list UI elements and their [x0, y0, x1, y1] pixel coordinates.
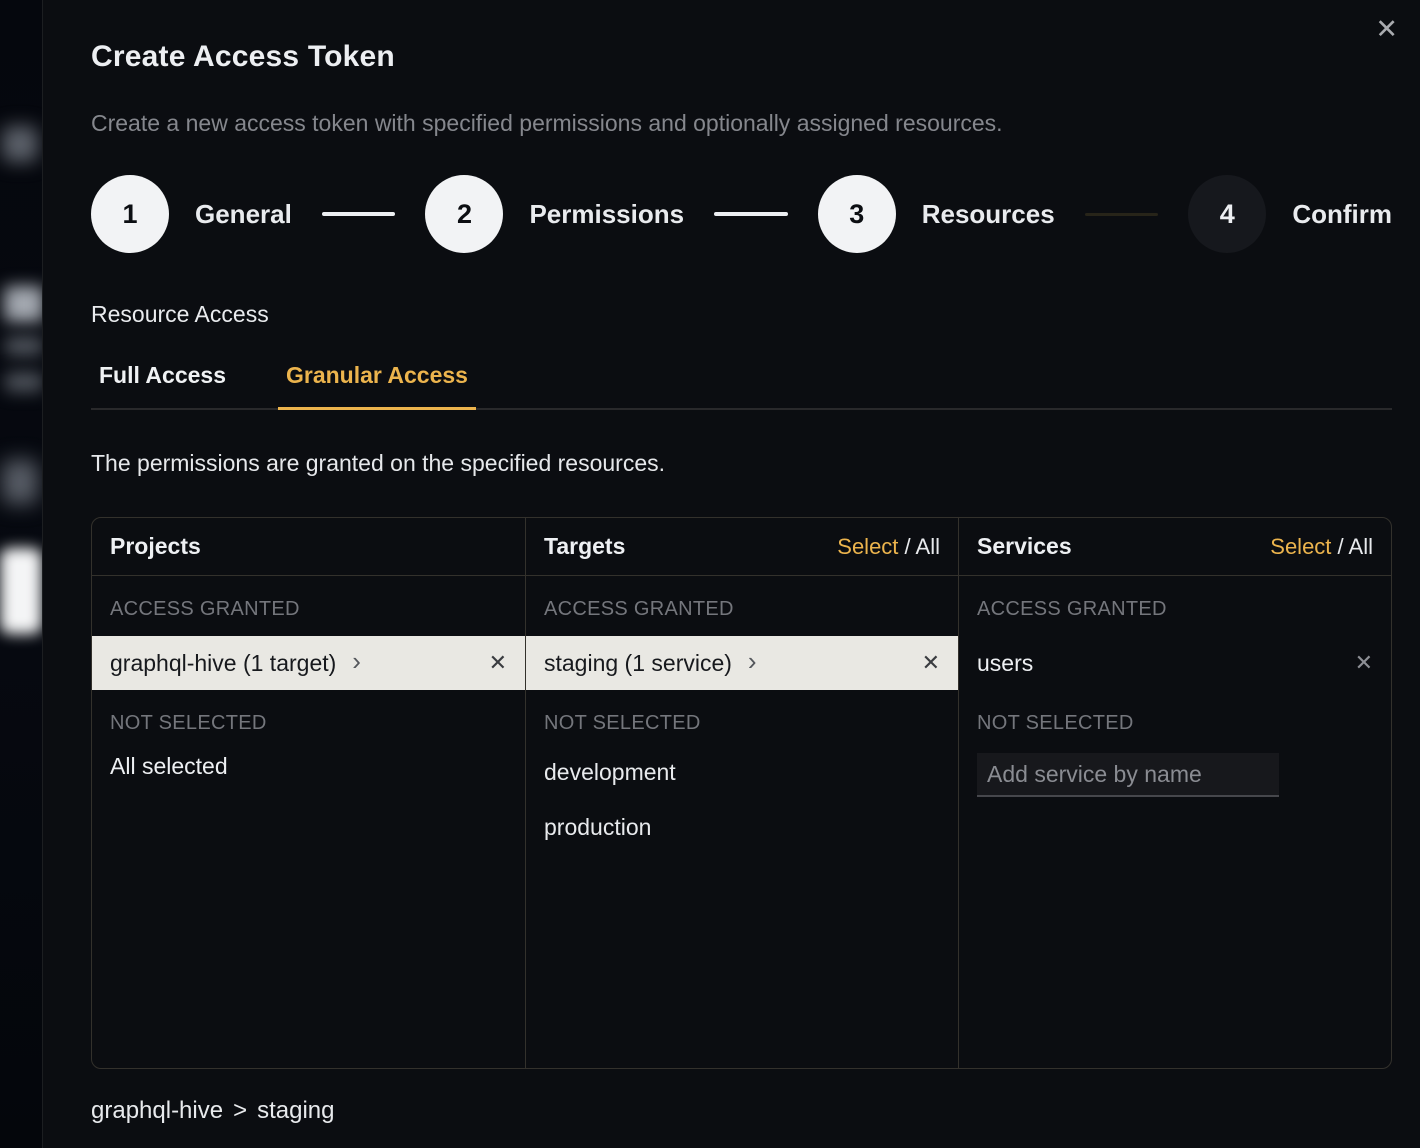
resource-selector-table: Projects ACCESS GRANTED graphql-hive (1 … [91, 517, 1392, 1069]
breadcrumb-separator: > [233, 1097, 247, 1124]
step-general[interactable]: 1 General [91, 175, 292, 253]
add-service-input[interactable] [977, 753, 1279, 797]
create-access-token-dialog: ✕ Create Access Token Create a new acces… [42, 0, 1420, 1148]
granted-project-name: graphql-hive (1 target) [110, 650, 336, 677]
all-link[interactable]: All [916, 534, 940, 559]
step-confirm[interactable]: 4 Confirm [1188, 175, 1392, 253]
column-title: Targets [544, 533, 625, 560]
step-connector [1085, 213, 1159, 216]
remove-target-icon[interactable]: ✕ [922, 650, 940, 676]
step-number-circle: 2 [425, 175, 503, 253]
step-label: Resources [922, 199, 1055, 230]
targets-column-body: ACCESS GRANTED staging (1 service) › ✕ N… [526, 576, 958, 1068]
access-mode-tabs: Full Access Granular Access [91, 362, 1392, 410]
services-select-all: Select / All [1270, 534, 1373, 560]
select-all-separator: / [898, 534, 915, 559]
column-title: Projects [110, 533, 201, 560]
all-link[interactable]: All [1349, 534, 1373, 559]
dialog-subtitle: Create a new access token with specified… [91, 110, 1392, 137]
access-granted-label: ACCESS GRANTED [544, 598, 940, 621]
services-column-header: Services Select / All [959, 518, 1391, 576]
not-selected-label: NOT SELECTED [544, 712, 940, 735]
close-icon[interactable]: ✕ [1375, 16, 1398, 43]
granted-target-row[interactable]: staging (1 service) › ✕ [526, 636, 958, 690]
access-granted-label: ACCESS GRANTED [110, 598, 507, 621]
dialog-title: Create Access Token [91, 40, 1392, 74]
access-granted-label: ACCESS GRANTED [977, 598, 1373, 621]
projects-column-header: Projects [92, 518, 525, 576]
background-page-blurred [0, 0, 42, 1148]
granted-target-name: staging (1 service) [544, 650, 732, 677]
remove-service-icon[interactable]: ✕ [1355, 650, 1373, 676]
background-blur-shape [0, 548, 42, 634]
chevron-right-icon: › [352, 648, 361, 674]
targets-column-header: Targets Select / All [526, 518, 958, 576]
projects-column: Projects ACCESS GRANTED graphql-hive (1 … [92, 518, 525, 1068]
select-link[interactable]: Select [837, 534, 898, 559]
background-blur-shape [2, 460, 38, 504]
targets-column: Targets Select / All ACCESS GRANTED stag… [525, 518, 958, 1068]
breadcrumb-project: graphql-hive [91, 1097, 223, 1124]
granted-project-row[interactable]: graphql-hive (1 target) › ✕ [92, 636, 525, 690]
column-title: Services [977, 533, 1072, 560]
resource-access-heading: Resource Access [91, 301, 1392, 328]
targets-select-all: Select / All [837, 534, 940, 560]
step-connector [322, 212, 396, 216]
services-column: Services Select / All ACCESS GRANTED use… [958, 518, 1391, 1068]
step-label: Confirm [1292, 199, 1392, 230]
wizard-stepper: 1 General 2 Permissions 3 Resources 4 Co… [91, 175, 1392, 253]
background-blur-shape [5, 372, 42, 392]
granted-service-name: users [977, 650, 1033, 677]
select-all-separator: / [1331, 534, 1348, 559]
projects-column-body: ACCESS GRANTED graphql-hive (1 target) ›… [92, 576, 525, 1068]
step-label: Permissions [529, 199, 684, 230]
target-option-production[interactable]: production [526, 800, 958, 855]
not-selected-label: NOT SELECTED [977, 712, 1373, 735]
breadcrumb-target: staging [257, 1097, 334, 1124]
remove-project-icon[interactable]: ✕ [489, 650, 507, 676]
tab-full-access[interactable]: Full Access [91, 362, 234, 410]
step-number-circle: 1 [91, 175, 169, 253]
granted-service-row[interactable]: users ✕ [959, 636, 1391, 690]
chevron-right-icon: › [748, 648, 757, 674]
step-number-circle: 4 [1188, 175, 1266, 253]
background-blur-shape [5, 336, 42, 356]
step-connector [714, 212, 788, 216]
all-selected-note: All selected [92, 747, 525, 786]
tab-granular-access[interactable]: Granular Access [278, 362, 476, 410]
permissions-description: The permissions are granted on the speci… [91, 450, 1392, 477]
step-permissions[interactable]: 2 Permissions [425, 175, 684, 253]
breadcrumb: graphql-hive > staging [91, 1097, 1392, 1125]
background-blur-shape [2, 126, 38, 162]
target-option-development[interactable]: development [526, 745, 958, 800]
step-number-circle: 3 [818, 175, 896, 253]
step-label: General [195, 199, 292, 230]
background-blur-shape [4, 286, 42, 322]
services-column-body: ACCESS GRANTED users ✕ NOT SELECTED [959, 576, 1391, 1068]
not-selected-label: NOT SELECTED [110, 712, 507, 735]
select-link[interactable]: Select [1270, 534, 1331, 559]
step-resources[interactable]: 3 Resources [818, 175, 1055, 253]
